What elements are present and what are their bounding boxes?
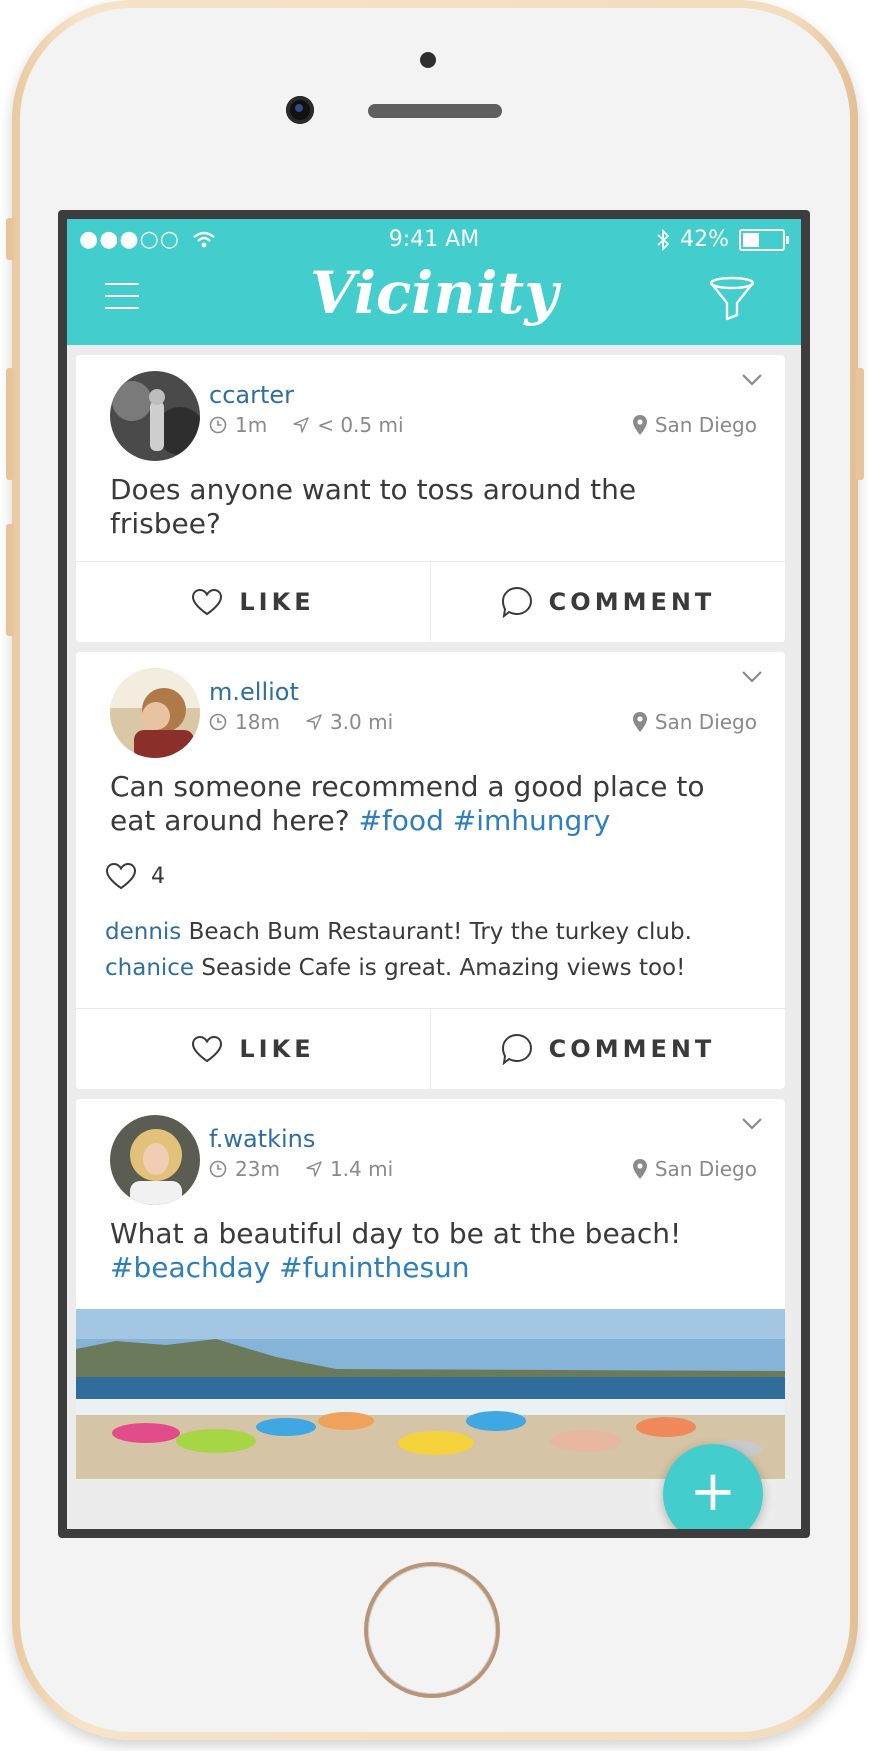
clock-icon [209, 416, 227, 434]
post-actions: LIKE COMMENT [76, 1008, 785, 1089]
post-card: m.elliot 18m 3.0 mi San Diego Can someon… [76, 652, 785, 1089]
navigation-arrow-icon [293, 417, 309, 433]
comment-bubble-icon [501, 1033, 532, 1065]
location-label: San Diego [654, 710, 757, 734]
status-right: 42% [656, 227, 789, 252]
post-time: 18m [235, 710, 280, 734]
hashtags[interactable]: #beachday #funinthesun [110, 1251, 470, 1284]
post-body: What a beautiful day to be at the beach! [110, 1217, 682, 1250]
comment-bubble-icon [501, 586, 532, 618]
post-meta: 18m 3.0 mi [209, 710, 393, 734]
comment-username[interactable]: dennis [105, 919, 181, 945]
app-bar: ●●●○○ 9:41 AM 42% Vicinity [67, 219, 801, 345]
post-meta: 1m < 0.5 mi [209, 413, 404, 437]
post-header: f.watkins 23m 1.4 mi San Diego [76, 1099, 785, 1217]
front-camera [286, 96, 314, 124]
battery-icon [739, 228, 789, 251]
status-bar: ●●●○○ 9:41 AM 42% [67, 219, 801, 259]
avatar[interactable] [110, 1115, 200, 1205]
navigation-arrow-icon [306, 1161, 322, 1177]
like-button[interactable]: LIKE [76, 562, 430, 642]
post-time: 23m [235, 1157, 280, 1181]
post-location: San Diego [632, 1157, 757, 1181]
mute-switch [6, 218, 14, 260]
map-pin-icon [632, 712, 647, 732]
post-meta: 23m 1.4 mi [209, 1157, 393, 1181]
map-pin-icon [632, 1159, 647, 1179]
comment-label: COMMENT [548, 588, 716, 616]
comment-username[interactable]: chanice [105, 955, 194, 981]
battery-percent: 42% [680, 227, 729, 252]
post-distance: < 0.5 mi [317, 413, 404, 437]
post-header: m.elliot 18m 3.0 mi San Diego [76, 652, 785, 770]
app-screen: ●●●○○ 9:41 AM 42% Vicinity ccarter 1m < … [67, 219, 801, 1529]
post-actions: LIKE COMMENT [76, 561, 785, 642]
like-label: LIKE [239, 1035, 315, 1063]
like-count-row: 4 [76, 858, 785, 914]
avatar[interactable] [110, 668, 200, 758]
volume-up-button [6, 368, 14, 480]
location-label: San Diego [654, 1157, 757, 1181]
funnel-filter-icon[interactable] [707, 275, 757, 323]
volume-down-button [6, 524, 14, 636]
battery-fill [743, 232, 759, 247]
proximity-sensor [420, 52, 436, 68]
heart-icon [192, 1035, 223, 1063]
post-text: Can someone recommend a good place to ea… [76, 770, 785, 858]
post-location: San Diego [632, 710, 757, 734]
comment-button[interactable]: COMMENT [430, 562, 785, 642]
username[interactable]: f.watkins [209, 1125, 315, 1153]
power-button [856, 368, 864, 480]
like-button[interactable]: LIKE [76, 1009, 430, 1089]
app-title: Vicinity [309, 259, 559, 327]
chevron-down-icon[interactable] [741, 373, 763, 387]
post-text: What a beautiful day to be at the beach!… [76, 1217, 785, 1305]
like-count: 4 [151, 863, 165, 889]
clock-icon [209, 1160, 227, 1178]
home-button[interactable] [368, 1566, 496, 1694]
post-card: ccarter 1m < 0.5 mi San Diego Does anyon… [76, 355, 785, 642]
earpiece-speaker [368, 104, 502, 118]
bluetooth-icon [657, 228, 670, 251]
post-distance: 3.0 mi [329, 710, 394, 734]
post-body: Does anyone want to toss around the fris… [110, 473, 637, 540]
heart-icon[interactable] [105, 862, 137, 890]
feed: ccarter 1m < 0.5 mi San Diego Does anyon… [76, 355, 785, 1489]
comment-text: Seaside Cafe is great. Amazing views too… [201, 955, 686, 981]
post-distance: 1.4 mi [329, 1157, 394, 1181]
hashtags[interactable]: #food #imhungry [358, 804, 610, 837]
map-pin-icon [632, 415, 647, 435]
username[interactable]: ccarter [209, 381, 294, 409]
clock-icon [209, 713, 227, 731]
like-label: LIKE [239, 588, 315, 616]
comment-text: Beach Bum Restaurant! Try the turkey clu… [188, 919, 692, 945]
post-time: 1m [235, 413, 268, 437]
comment-item: chanice Seaside Cafe is great. Amazing v… [105, 950, 756, 986]
heart-icon [192, 588, 223, 616]
username[interactable]: m.elliot [209, 678, 299, 706]
location-label: San Diego [654, 413, 757, 437]
comment-list: dennis Beach Bum Restaurant! Try the tur… [76, 914, 785, 1008]
post-text: Does anyone want to toss around the fris… [76, 473, 785, 561]
comment-button[interactable]: COMMENT [430, 1009, 785, 1089]
avatar[interactable] [110, 371, 200, 461]
post-photo[interactable] [76, 1309, 785, 1479]
post-header: ccarter 1m < 0.5 mi San Diego [76, 355, 785, 473]
navigation-arrow-icon [306, 714, 322, 730]
comment-item: dennis Beach Bum Restaurant! Try the tur… [105, 914, 756, 950]
chevron-down-icon[interactable] [741, 1117, 763, 1131]
chevron-down-icon[interactable] [741, 670, 763, 684]
post-card: f.watkins 23m 1.4 mi San Diego What a be… [76, 1099, 785, 1479]
comment-label: COMMENT [548, 1035, 716, 1063]
post-location: San Diego [632, 413, 757, 437]
